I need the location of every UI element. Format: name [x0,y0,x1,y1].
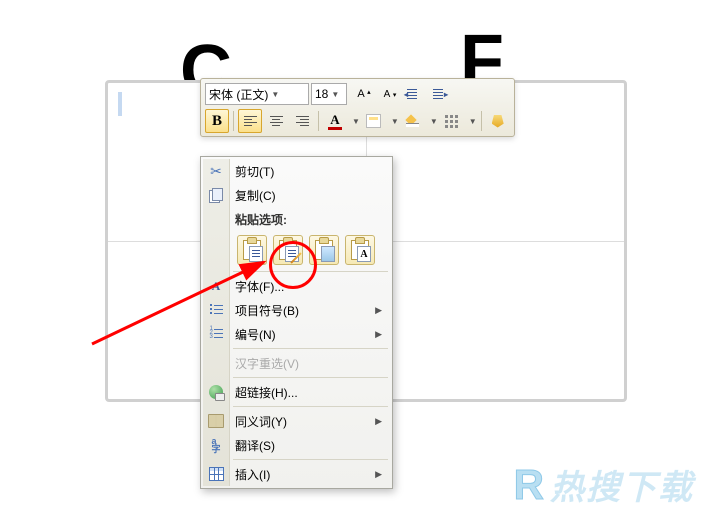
menu-separator [233,459,388,460]
bold-icon: B [212,113,222,130]
text-cursor [118,92,122,116]
align-left-button[interactable] [238,109,262,133]
chevron-down-icon[interactable]: ▼ [391,117,399,126]
font-color-button[interactable]: A [323,109,347,133]
submenu-arrow-icon: ▶ [375,416,382,427]
menu-synonyms[interactable]: 同义词(Y) ▶ [203,409,390,433]
font-name-value: 宋体 (正文) [209,86,268,103]
font-name-combo[interactable]: 宋体 (正文) ▼ [205,83,309,105]
menu-label: 插入(I) [235,466,270,483]
numbering-icon: 123 [208,326,224,342]
menu-paste-options-header: 粘贴选项: [203,207,390,231]
copy-icon [208,187,224,203]
align-right-button[interactable] [290,109,314,133]
paste-picture-button[interactable] [309,235,339,265]
font-size-combo[interactable]: 18 ▼ [311,83,347,105]
format-painter-icon [492,115,504,128]
watermark-text: 热搜下载 [550,460,694,509]
watermark-logo: R [514,461,546,509]
menu-label: 汉字重选(V) [235,355,299,372]
menu-label: 超链接(H)... [235,384,298,401]
menu-separator [233,271,388,272]
grow-font-button[interactable]: A [349,82,373,106]
font-dialog-icon: A [208,278,224,294]
menu-translate[interactable]: a字 翻译(S) [203,433,390,457]
watermark: R 热搜下载 [514,460,694,509]
toolbar-separator [233,111,234,131]
menu-hyperlink[interactable]: 超链接(H)... [203,380,390,404]
menu-numbering[interactable]: 123 编号(N) ▶ [203,322,390,346]
submenu-arrow-icon: ▶ [375,469,382,480]
menu-label: 粘贴选项: [235,211,287,228]
clipboard-icon [315,240,333,260]
toolbar-separator [318,111,319,131]
menu-label: 剪切(T) [235,163,274,180]
menu-separator [233,348,388,349]
border-icon [445,115,458,127]
insert-table-icon [208,466,224,482]
pen-icon [289,251,303,265]
align-right-icon [296,116,309,127]
menu-label: 字体(F)... [235,278,284,295]
fill-icon [406,115,419,127]
increase-indent-icon: ▸ [433,89,445,99]
decrease-indent-button[interactable]: ◂ [401,82,425,106]
menu-label: 项目符号(B) [235,302,299,319]
decrease-indent-icon: ◂ [407,89,419,99]
menu-label: 编号(N) [235,326,276,343]
menu-copy[interactable]: 复制(C) [203,183,390,207]
bullets-icon [208,302,224,318]
menu-label: 翻译(S) [235,437,275,454]
paste-merge-formatting-button[interactable] [273,235,303,265]
toolbar-separator [481,111,482,131]
mini-toolbar: 宋体 (正文) ▼ 18 ▼ A A ◂ ▸ B A ▼ ▼ ▼ ▼ [200,78,515,137]
menu-label: 同义词(Y) [235,413,287,430]
align-center-icon [270,116,283,127]
paste-text-only-button[interactable]: A [345,235,375,265]
menu-ime-reconvert: 汉字重选(V) [203,351,390,375]
menu-separator [233,406,388,407]
context-menu: ✂ 剪切(T) 复制(C) 粘贴选项: A A 字体(F)... 项目符号(B)… [200,156,393,489]
paste-keep-source-button[interactable] [237,235,267,265]
menu-cut[interactable]: ✂ 剪切(T) [203,159,390,183]
bold-button[interactable]: B [205,109,229,133]
clipboard-icon: A [351,240,369,260]
chevron-down-icon[interactable]: ▼ [331,90,339,99]
shrink-font-icon: A [384,89,391,100]
chevron-down-icon[interactable]: ▼ [430,117,438,126]
translate-icon: a字 [208,437,224,453]
menu-bullets[interactable]: 项目符号(B) ▶ [203,298,390,322]
chevron-down-icon[interactable]: ▼ [271,90,279,99]
border-button[interactable] [440,109,464,133]
highlight-icon [366,114,381,128]
format-painter-button[interactable] [486,109,510,133]
font-color-icon: A [328,112,342,130]
chevron-down-icon[interactable]: ▼ [352,117,360,126]
menu-label: 复制(C) [235,187,276,204]
shading-button[interactable] [401,109,425,133]
menu-insert[interactable]: 插入(I) ▶ [203,462,390,486]
grow-font-icon: A [357,88,364,100]
font-size-value: 18 [315,87,328,101]
submenu-arrow-icon: ▶ [375,305,382,316]
submenu-arrow-icon: ▶ [375,329,382,340]
hyperlink-icon [208,384,224,400]
increase-indent-button[interactable]: ▸ [427,82,451,106]
shrink-font-button[interactable]: A [375,82,399,106]
paste-options-row: A [203,231,390,269]
highlight-button[interactable] [362,109,386,133]
clipboard-icon [243,240,261,260]
menu-font[interactable]: A 字体(F)... [203,274,390,298]
chevron-down-icon[interactable]: ▼ [469,117,477,126]
align-left-icon [244,116,257,127]
synonyms-icon [208,413,224,429]
menu-separator [233,377,388,378]
cut-icon: ✂ [208,163,224,179]
align-center-button[interactable] [264,109,288,133]
